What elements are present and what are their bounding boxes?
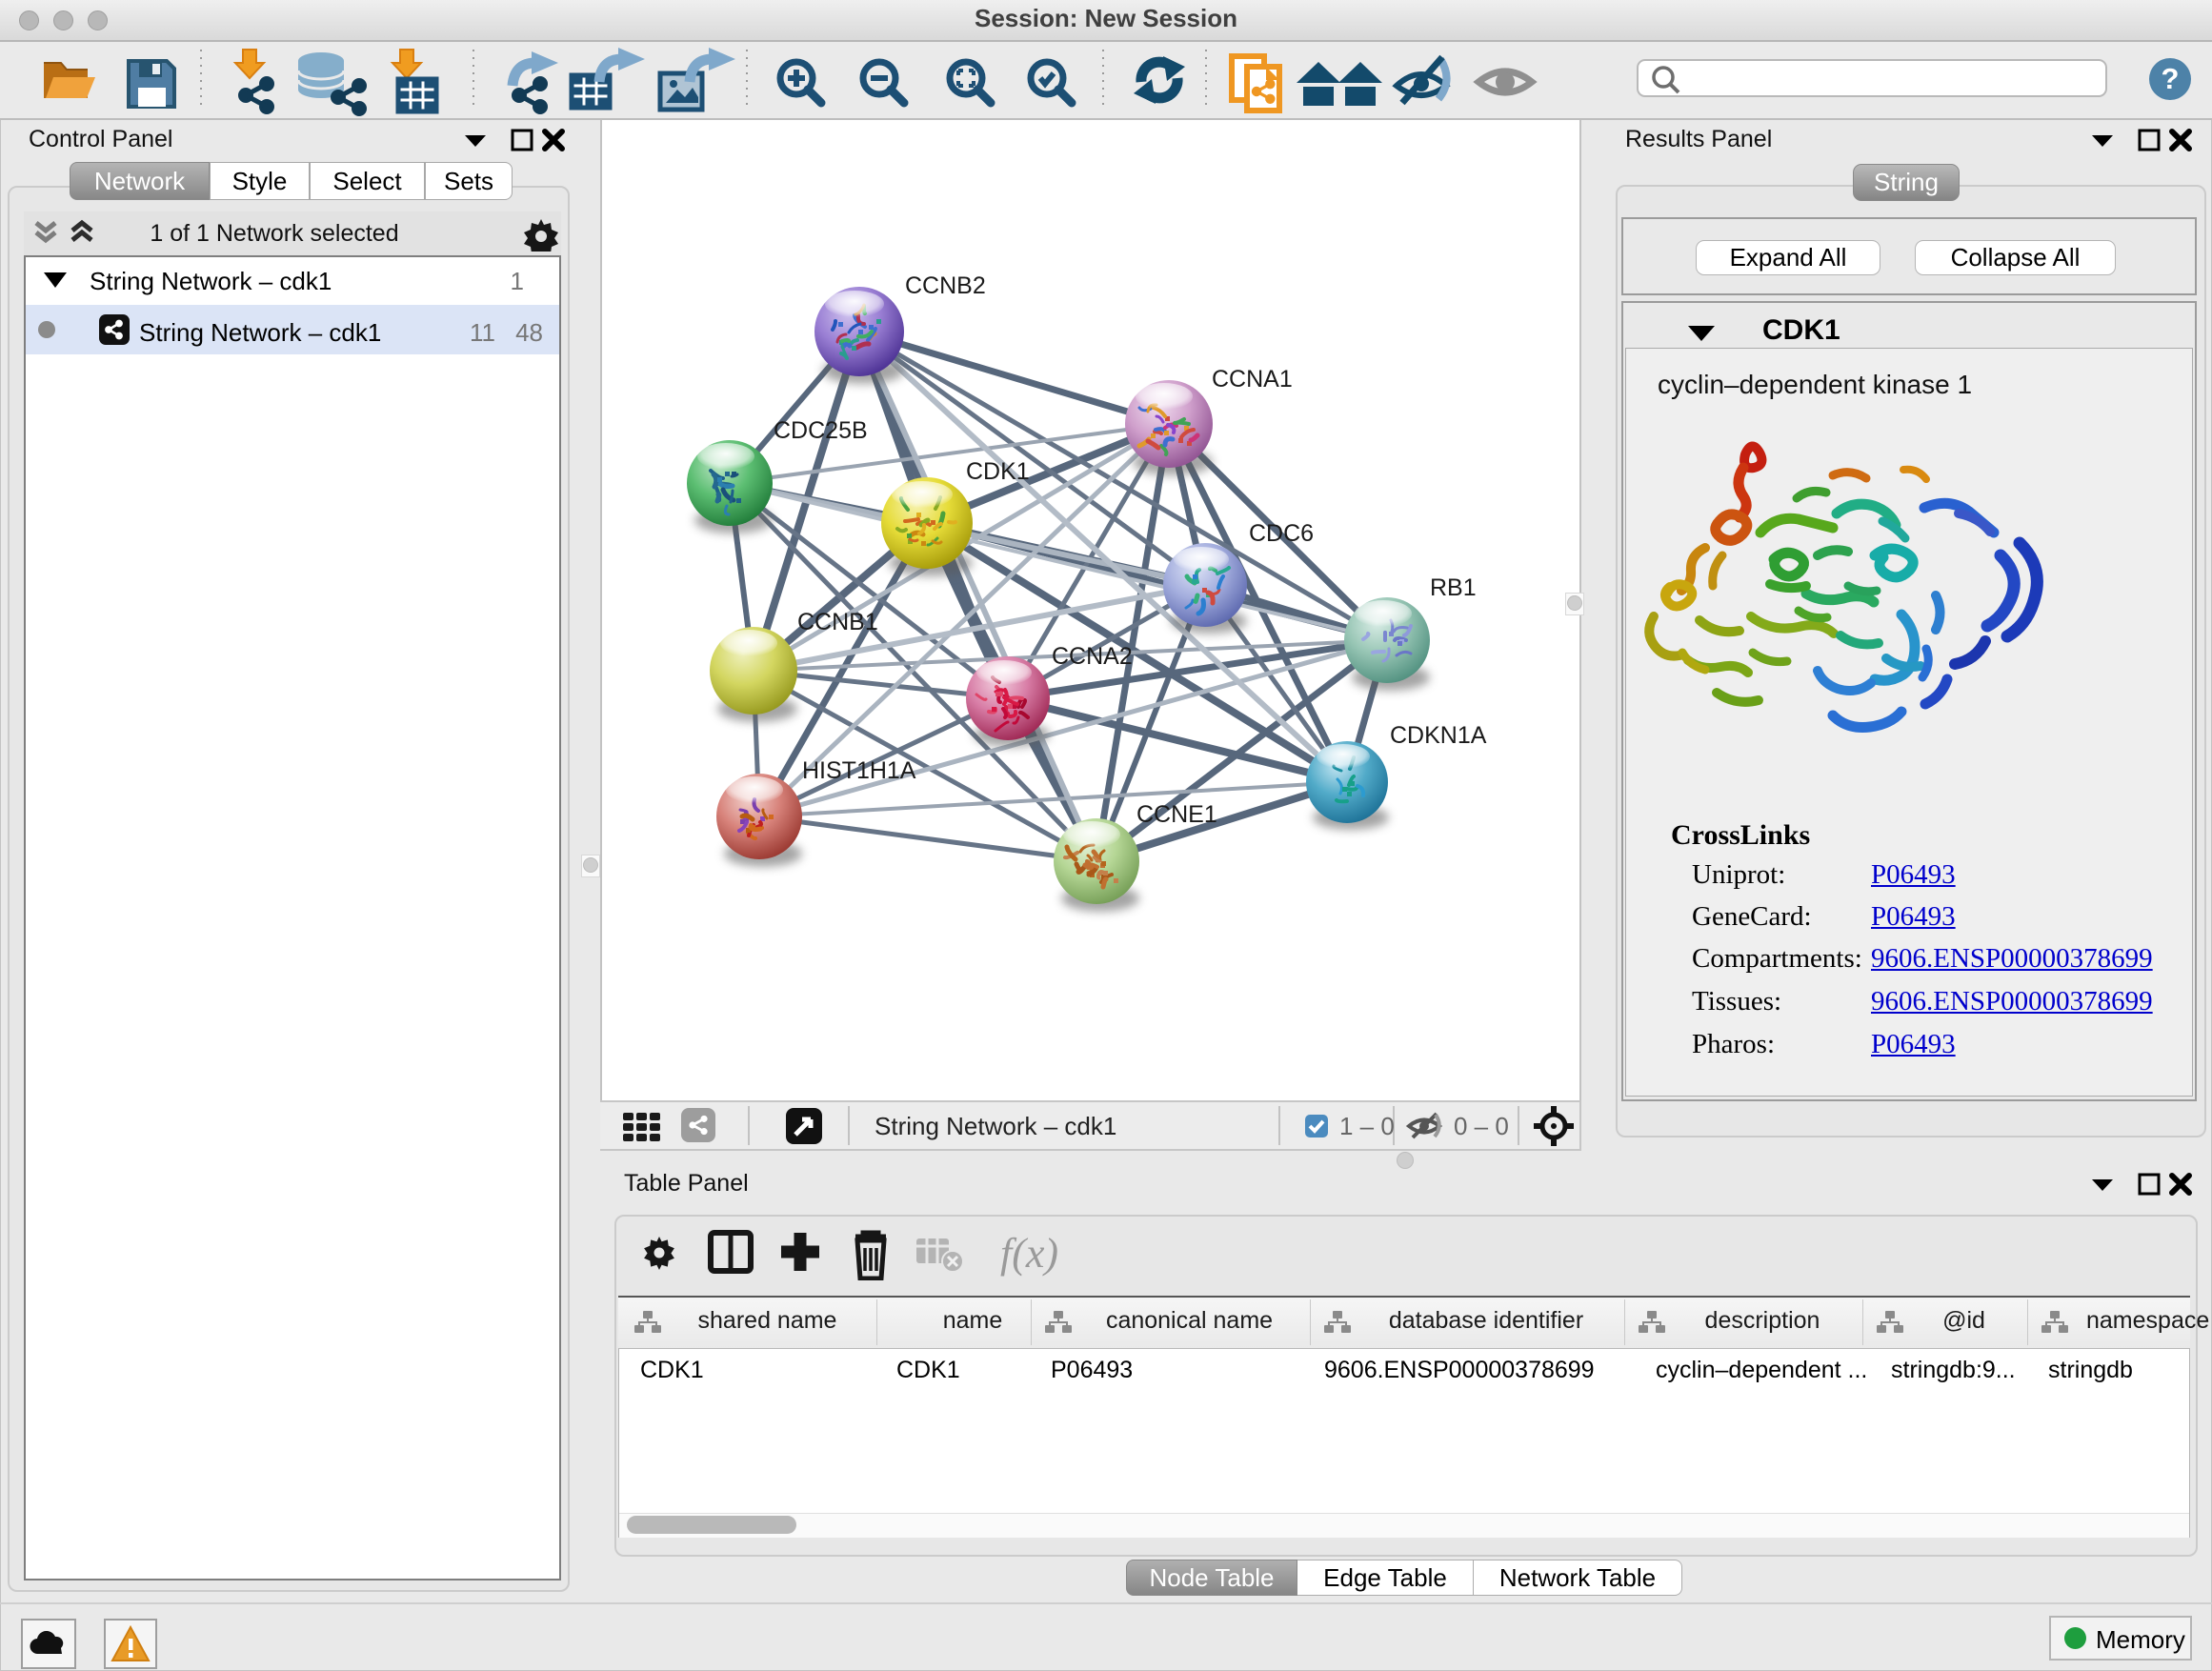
svg-text:CCNB1: CCNB1	[797, 609, 878, 635]
svg-text:CDKN1A: CDKN1A	[1390, 722, 1487, 749]
svg-text:1 – 0: 1 – 0	[1339, 1112, 1395, 1140]
svg-text:CCNB2: CCNB2	[905, 272, 986, 299]
svg-text:0 – 0: 0 – 0	[1454, 1112, 1509, 1140]
svg-text:String Network – cdk1: String Network – cdk1	[875, 1112, 1116, 1140]
svg-text:CCNA1: CCNA1	[1212, 366, 1293, 393]
svg-text:CDC25B: CDC25B	[774, 417, 868, 444]
svg-text:f(x): f(x)	[1000, 1230, 1058, 1277]
svg-text:CCNA2: CCNA2	[1052, 643, 1133, 670]
svg-text:CDC6: CDC6	[1249, 520, 1314, 547]
svg-text:HIST1H1A: HIST1H1A	[802, 757, 916, 784]
svg-text:RB1: RB1	[1430, 574, 1477, 601]
svg-text:CDK1: CDK1	[966, 458, 1030, 485]
svg-text:CCNE1: CCNE1	[1136, 801, 1217, 828]
